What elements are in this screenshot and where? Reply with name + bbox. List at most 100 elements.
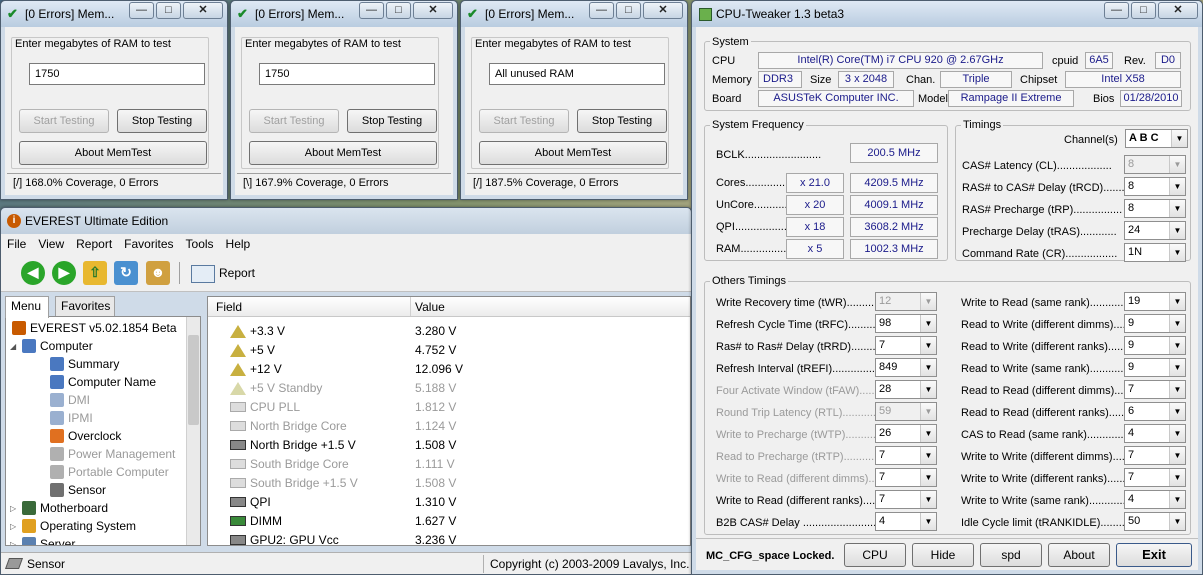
minimize-icon[interactable]: —	[129, 2, 154, 19]
maximize-icon[interactable]: □	[616, 2, 641, 19]
tree-item[interactable]: ▷ Operating System	[10, 517, 136, 535]
expand-icon[interactable]: ◢	[10, 342, 18, 351]
tree-item[interactable]: IPMI	[50, 409, 93, 427]
other-timing-select[interactable]: 4 ▼	[1124, 424, 1186, 443]
stop-testing-button[interactable]: Stop Testing	[577, 109, 667, 133]
other-timing-select[interactable]: 4 ▼	[1124, 490, 1186, 509]
about-button[interactable]: About	[1048, 543, 1110, 567]
tree-item[interactable]: ▷ Server	[10, 535, 75, 545]
ram-input[interactable]: 1750	[259, 63, 435, 85]
expand-icon[interactable]: ▷	[10, 522, 18, 531]
everest-title-bar[interactable]: i EVEREST Ultimate Edition	[1, 208, 691, 234]
maximize-icon[interactable]: □	[386, 2, 411, 19]
tree-item[interactable]: EVEREST v5.02.1854 Beta	[12, 319, 177, 337]
other-timing-select[interactable]: 7 ▼	[875, 490, 937, 509]
stop-testing-button[interactable]: Stop Testing	[117, 109, 207, 133]
stop-testing-button[interactable]: Stop Testing	[347, 109, 437, 133]
refresh-icon[interactable]: ↻	[114, 261, 138, 285]
list-row[interactable]: DIMM 1.627 V	[208, 512, 690, 531]
spd-button[interactable]: spd	[980, 543, 1042, 567]
folder-up-icon[interactable]: ⇧	[83, 261, 107, 285]
list-row[interactable]: +3.3 V 3.280 V	[208, 322, 690, 341]
list-row[interactable]: +12 V 12.096 V	[208, 360, 690, 379]
timing-select[interactable]: 8 ▼	[1124, 177, 1186, 196]
expand-icon[interactable]: ▷	[10, 540, 18, 546]
tree-item[interactable]: ◢ Computer	[10, 337, 93, 355]
other-timing-select[interactable]: 4 ▼	[875, 512, 937, 531]
other-timing-select[interactable]: 50 ▼	[1124, 512, 1186, 531]
minimize-icon[interactable]: —	[589, 2, 614, 19]
timing-select[interactable]: 1N ▼	[1124, 243, 1186, 262]
timing-select[interactable]: 8 ▼	[1124, 155, 1186, 174]
forward-arrow-icon[interactable]: ▶	[52, 261, 76, 285]
menu-item-report[interactable]: Report	[76, 237, 112, 251]
tree-item[interactable]: Overclock	[50, 427, 121, 445]
close-icon[interactable]: ✕	[183, 2, 223, 19]
exit-button[interactable]: Exit	[1116, 543, 1192, 567]
other-timing-select[interactable]: 12 ▼	[875, 292, 937, 311]
about-memtest-button[interactable]: About MemTest	[249, 141, 437, 165]
list-row[interactable]: +5 V Standby 5.188 V	[208, 379, 690, 398]
other-timing-select[interactable]: 9 ▼	[1124, 358, 1186, 377]
report-icon[interactable]	[191, 265, 215, 283]
column-field[interactable]: Field	[216, 300, 242, 314]
tree-item[interactable]: ▷ Motherboard	[10, 499, 108, 517]
column-value[interactable]: Value	[415, 300, 445, 314]
ram-input[interactable]: All unused RAM	[489, 63, 665, 85]
menu-item-file[interactable]: File	[7, 237, 26, 251]
start-testing-button[interactable]: Start Testing	[479, 109, 569, 133]
close-icon[interactable]: ✕	[1158, 2, 1198, 19]
other-timing-select[interactable]: 849 ▼	[875, 358, 937, 377]
tree-scrollbar[interactable]	[186, 317, 200, 545]
menu-item-view[interactable]: View	[38, 237, 64, 251]
about-memtest-button[interactable]: About MemTest	[479, 141, 667, 165]
minimize-icon[interactable]: —	[1104, 2, 1129, 19]
tree-item[interactable]: Power Management	[50, 445, 175, 463]
other-timing-select[interactable]: 7 ▼	[1124, 446, 1186, 465]
maximize-icon[interactable]: □	[1131, 2, 1156, 19]
ram-input[interactable]: 1750	[29, 63, 205, 85]
tab-favorites[interactable]: Favorites	[55, 296, 115, 316]
minimize-icon[interactable]: —	[359, 2, 384, 19]
other-timing-select[interactable]: 19 ▼	[1124, 292, 1186, 311]
cpu-button[interactable]: CPU	[844, 543, 906, 567]
timing-select[interactable]: 8 ▼	[1124, 199, 1186, 218]
report-label[interactable]: Report	[219, 266, 255, 280]
tree-item[interactable]: Portable Computer	[50, 463, 169, 481]
other-timing-select[interactable]: 7 ▼	[875, 468, 937, 487]
list-row[interactable]: North Bridge Core 1.124 V	[208, 417, 690, 436]
channel-select[interactable]: A B C ▼	[1125, 129, 1188, 148]
tree-item[interactable]: DMI	[50, 391, 90, 409]
tree-item[interactable]: Summary	[50, 355, 119, 373]
menu-item-tools[interactable]: Tools	[186, 237, 214, 251]
menu-item-help[interactable]: Help	[226, 237, 251, 251]
list-row[interactable]: CPU PLL 1.812 V	[208, 398, 690, 417]
menu-item-favorites[interactable]: Favorites	[124, 237, 173, 251]
other-timing-select[interactable]: 7 ▼	[875, 336, 937, 355]
other-timing-select[interactable]: 7 ▼	[1124, 468, 1186, 487]
maximize-icon[interactable]: □	[156, 2, 181, 19]
other-timing-select[interactable]: 7 ▼	[875, 446, 937, 465]
timing-select[interactable]: 24 ▼	[1124, 221, 1186, 240]
tab-menu[interactable]: Menu	[5, 296, 49, 318]
back-arrow-icon[interactable]: ◀	[21, 261, 45, 285]
start-testing-button[interactable]: Start Testing	[19, 109, 109, 133]
list-row[interactable]: QPI 1.310 V	[208, 493, 690, 512]
tree-item[interactable]: Sensor	[50, 481, 106, 499]
expand-icon[interactable]: ▷	[10, 504, 18, 513]
other-timing-select[interactable]: 59 ▼	[875, 402, 937, 421]
list-row[interactable]: +5 V 4.752 V	[208, 341, 690, 360]
list-row[interactable]: South Bridge Core 1.111 V	[208, 455, 690, 474]
other-timing-select[interactable]: 9 ▼	[1124, 336, 1186, 355]
start-testing-button[interactable]: Start Testing	[249, 109, 339, 133]
tree-item[interactable]: Computer Name	[50, 373, 156, 391]
other-timing-select[interactable]: 6 ▼	[1124, 402, 1186, 421]
about-memtest-button[interactable]: About MemTest	[19, 141, 207, 165]
other-timing-select[interactable]: 98 ▼	[875, 314, 937, 333]
memtest-title-bar[interactable]: ✔ [0 Errors] Mem... — □ ✕	[461, 1, 687, 27]
other-timing-select[interactable]: 26 ▼	[875, 424, 937, 443]
tweaker-title-bar[interactable]: CPU-Tweaker 1.3 beta3 — □ ✕	[692, 1, 1202, 27]
other-timing-select[interactable]: 28 ▼	[875, 380, 937, 399]
memtest-title-bar[interactable]: ✔ [0 Errors] Mem... — □ ✕	[231, 1, 457, 27]
close-icon[interactable]: ✕	[643, 2, 683, 19]
